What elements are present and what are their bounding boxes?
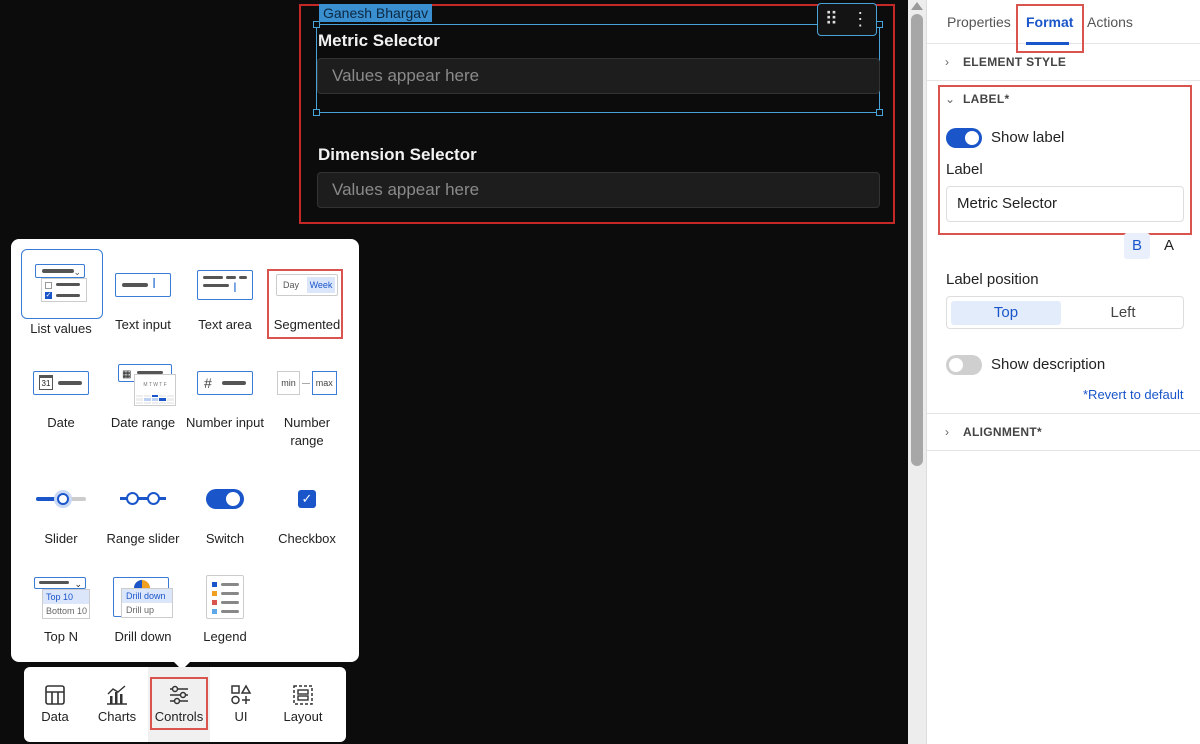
control-checkbox[interactable]: ✓ Checkbox xyxy=(266,468,348,548)
more-options-icon[interactable]: ⋮ xyxy=(851,9,869,30)
format-panel: Properties Format Actions › ELEMENT STYL… xyxy=(926,0,1200,744)
date-range-icon: ▦ M T W T F xyxy=(102,352,184,414)
control-list-values-label: List values xyxy=(30,321,92,336)
toolbar-label: Controls xyxy=(154,709,204,724)
resize-handle-br[interactable] xyxy=(876,109,883,116)
table-icon xyxy=(24,681,86,709)
date-icon: 31 xyxy=(20,352,102,414)
revert-to-default-link[interactable]: *Revert to default xyxy=(1083,387,1183,402)
top-n-icon: ⌄ Top 10 Bottom 10 xyxy=(20,566,102,628)
control-number-input[interactable]: # Number input xyxy=(184,352,266,432)
chevron-right-icon: › xyxy=(945,55,950,69)
control-label: Number input xyxy=(185,415,265,430)
control-text-input[interactable]: I Text input xyxy=(102,254,184,334)
number-range-icon: min max xyxy=(266,352,348,414)
dimension-selector-label: Dimension Selector xyxy=(318,145,477,164)
element-toolbar: ⠿ ⋮ xyxy=(817,3,877,36)
control-date-range[interactable]: ▦ M T W T F Date range xyxy=(102,352,184,432)
slider-icon xyxy=(20,468,102,530)
label-position-caption: Label position xyxy=(946,271,1039,288)
toolbar-charts[interactable]: Charts xyxy=(86,667,148,742)
scroll-up-icon[interactable] xyxy=(911,2,923,10)
toolbar-label: Charts xyxy=(97,709,137,724)
control-label: Number range xyxy=(283,415,331,448)
legend-icon xyxy=(184,566,266,628)
tab-actions[interactable]: Actions xyxy=(1087,14,1133,30)
bold-button[interactable]: B xyxy=(1124,233,1150,259)
tab-properties[interactable]: Properties xyxy=(947,14,1011,30)
resize-handle-tl[interactable] xyxy=(313,21,320,28)
number-input-icon: # xyxy=(184,352,266,414)
control-text-area[interactable]: I Text area xyxy=(184,254,266,334)
checkbox-icon: ✓ xyxy=(266,468,348,530)
control-list-values[interactable]: ⌄ ✓ xyxy=(21,249,103,319)
list-values-icon: ⌄ ✓ xyxy=(22,250,102,312)
control-label: Checkbox xyxy=(278,531,336,546)
control-label: Slider xyxy=(44,531,78,546)
sliders-icon xyxy=(148,681,210,709)
label-position-segmented: Top Left xyxy=(946,296,1184,329)
control-drill-down[interactable]: Drill down Drill up Drill down xyxy=(102,566,184,646)
control-slider[interactable]: Slider xyxy=(20,468,102,548)
metric-selector-input[interactable]: Values appear here xyxy=(317,58,880,94)
section-element-style[interactable]: › ELEMENT STYLE xyxy=(927,44,1200,81)
control-label: Text input xyxy=(115,317,171,332)
control-label: Switch xyxy=(205,531,245,546)
resize-handle-bl[interactable] xyxy=(313,109,320,116)
text-input-icon: I xyxy=(102,254,184,316)
control-label: Range slider xyxy=(106,531,180,546)
position-left-option[interactable]: Left xyxy=(1068,301,1178,325)
toolbar-label: Data xyxy=(41,709,69,724)
toolbar-label: Layout xyxy=(283,709,323,724)
control-range-slider[interactable]: Range slider xyxy=(102,468,184,548)
toolbar-layout[interactable]: Layout xyxy=(272,667,334,742)
drag-handle-icon[interactable]: ⠿ xyxy=(825,9,838,30)
font-color-button[interactable]: A xyxy=(1156,233,1182,259)
section-alignment[interactable]: › ALIGNMENT* xyxy=(927,414,1200,451)
text-area-icon: I xyxy=(184,254,266,316)
insert-toolbar: Data Charts Controls UI Layout xyxy=(24,667,346,742)
toolbar-ui[interactable]: UI xyxy=(210,667,272,742)
control-legend[interactable]: Legend xyxy=(184,566,266,646)
control-label: Legend xyxy=(203,629,247,644)
scrollbar-thumb[interactable] xyxy=(911,14,923,466)
control-label: Drill down xyxy=(114,629,172,644)
control-label: Date xyxy=(47,415,75,430)
toolbar-data[interactable]: Data xyxy=(24,667,86,742)
show-description-text: Show description xyxy=(991,356,1106,373)
control-label: Date range xyxy=(110,415,176,430)
switch-icon xyxy=(184,468,266,530)
label-section-highlight xyxy=(938,85,1192,235)
position-top-option[interactable]: Top xyxy=(951,301,1061,325)
dimension-selector-input[interactable]: Values appear here xyxy=(317,172,880,208)
collaborator-tag: Ganesh Bhargav xyxy=(319,4,433,22)
control-label: Text area xyxy=(198,317,252,332)
toolbar-label: UI xyxy=(234,709,248,724)
control-label: Top N xyxy=(44,629,78,644)
shapes-icon xyxy=(210,681,272,709)
chart-icon xyxy=(86,681,148,709)
resize-handle-tr[interactable] xyxy=(876,21,883,28)
control-number-range[interactable]: min max Number range xyxy=(266,352,348,450)
toolbar-controls[interactable]: Controls xyxy=(148,667,210,742)
chevron-right-icon: › xyxy=(945,425,950,439)
control-switch[interactable]: Switch xyxy=(184,468,266,548)
range-slider-icon xyxy=(102,468,184,530)
metric-selector-label: Metric Selector xyxy=(318,31,440,50)
control-top-n[interactable]: ⌄ Top 10 Bottom 10 Top N xyxy=(20,566,102,646)
show-description-toggle[interactable] xyxy=(946,355,982,375)
control-date[interactable]: 31 Date xyxy=(20,352,102,432)
layout-icon xyxy=(272,681,334,709)
drill-down-icon: Drill down Drill up xyxy=(102,566,184,628)
segmented-highlight xyxy=(267,269,343,339)
